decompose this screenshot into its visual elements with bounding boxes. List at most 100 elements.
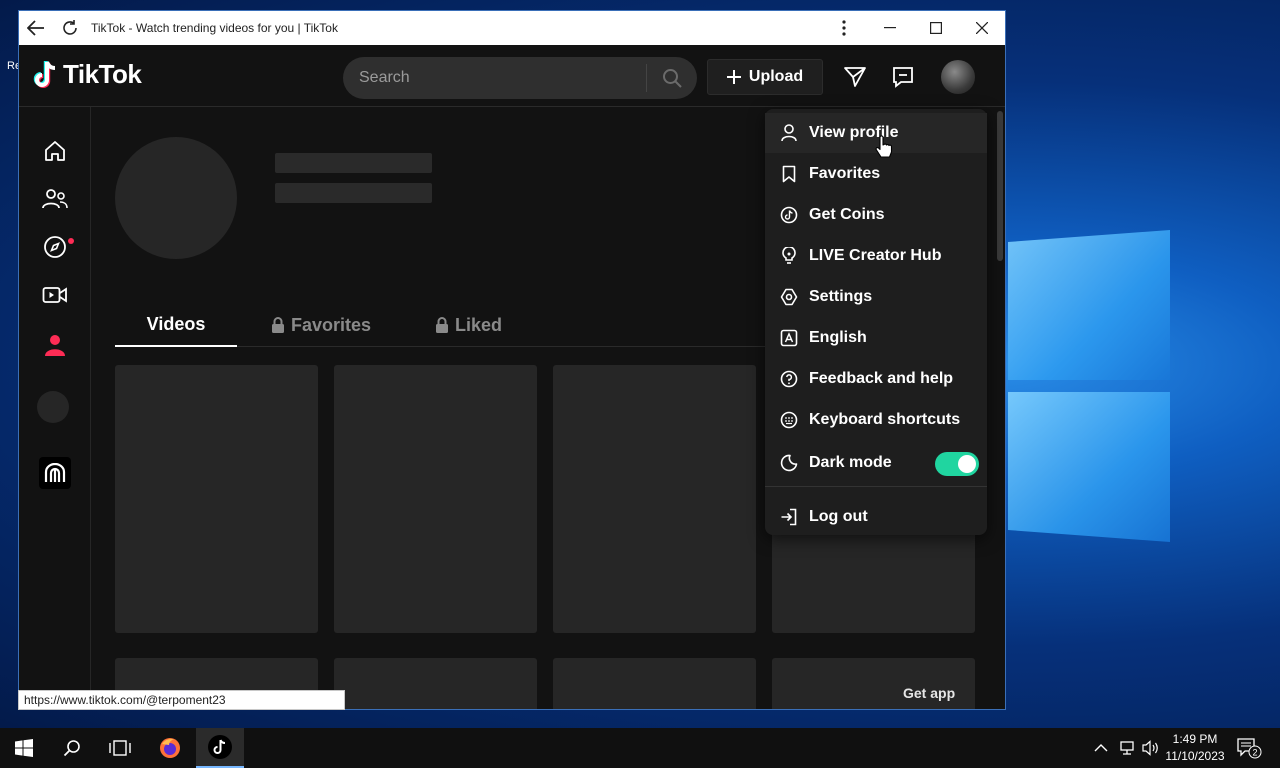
window-title: TikTok - Watch trending videos for you |… xyxy=(91,21,338,35)
logo-text: TikTok xyxy=(63,59,142,89)
menu-item-live-creator-hub[interactable]: LIVE Creator Hub xyxy=(765,236,987,276)
lock-icon xyxy=(272,317,284,333)
toggle-knob xyxy=(958,455,976,473)
menu-item-label: English xyxy=(809,329,867,346)
video-card[interactable] xyxy=(115,365,318,633)
search-bar[interactable]: Search xyxy=(343,57,697,99)
video-card[interactable] xyxy=(334,365,537,633)
lightbulb-icon xyxy=(765,247,809,265)
tiktok-app-icon xyxy=(208,735,232,759)
tab-label: Liked xyxy=(455,314,503,335)
search-icon[interactable] xyxy=(647,68,697,88)
menu-item-language[interactable]: English xyxy=(765,318,987,358)
logout-icon xyxy=(765,508,809,526)
menu-item-label: Get Coins xyxy=(809,206,885,223)
tiktok-coin-icon xyxy=(765,206,809,224)
creator-icon[interactable] xyxy=(39,457,71,489)
volume-icon[interactable] xyxy=(1142,728,1160,768)
search-input[interactable]: Search xyxy=(359,69,646,87)
menu-item-label: Log out xyxy=(809,508,868,525)
menu-item-label: Dark mode xyxy=(809,454,892,471)
upload-button[interactable]: Upload xyxy=(707,59,823,95)
tab-label: Favorites xyxy=(291,314,372,335)
task-view-icon[interactable] xyxy=(96,728,144,768)
tiktok-header: TikTok Search Upload xyxy=(19,45,1005,107)
following-icon[interactable] xyxy=(39,183,71,215)
explore-icon[interactable] xyxy=(39,231,71,263)
menu-item-keyboard-shortcuts[interactable]: Keyboard shortcuts xyxy=(765,400,987,440)
plus-icon xyxy=(726,70,741,84)
live-icon[interactable] xyxy=(39,279,71,311)
keyboard-icon xyxy=(765,411,809,429)
browser-window: TikTok - Watch trending videos for you |… xyxy=(18,10,1006,710)
dark-mode-toggle[interactable] xyxy=(935,452,979,476)
menu-item-label: Favorites xyxy=(809,165,881,182)
tab-favorites[interactable]: Favorites xyxy=(271,303,371,347)
menu-item-label: Keyboard shortcuts xyxy=(809,411,961,428)
search-taskbar-icon[interactable] xyxy=(48,728,96,768)
system-clock[interactable]: 1:49 PM 11/10/2023 xyxy=(1160,731,1230,765)
bookmark-icon xyxy=(765,165,809,183)
scrollbar[interactable] xyxy=(997,111,1003,261)
menu-divider xyxy=(765,486,987,487)
person-icon xyxy=(765,124,809,142)
video-card[interactable] xyxy=(772,658,975,709)
profile-avatar-placeholder xyxy=(115,137,237,259)
tiktok-logo[interactable]: TikTok xyxy=(33,59,142,90)
menu-item-get-coins[interactable]: Get Coins xyxy=(765,195,987,235)
help-icon xyxy=(765,370,809,388)
maximize-button[interactable] xyxy=(913,11,959,45)
tiktok-taskbar-icon[interactable] xyxy=(196,728,244,768)
sidebar xyxy=(19,107,91,709)
start-button[interactable] xyxy=(0,728,48,768)
video-card[interactable] xyxy=(553,365,756,633)
menu-item-log-out[interactable]: Log out xyxy=(765,497,987,537)
tab-videos[interactable]: Videos xyxy=(115,303,237,347)
upload-label: Upload xyxy=(748,68,804,85)
clock-time: 1:49 PM xyxy=(1172,732,1218,746)
show-hidden-icons[interactable] xyxy=(1094,728,1108,768)
gear-icon xyxy=(765,288,809,306)
moon-icon xyxy=(765,454,809,472)
network-icon[interactable] xyxy=(1118,728,1136,768)
notification-count: 2 xyxy=(1252,748,1257,758)
close-button[interactable] xyxy=(959,11,1005,45)
messages-icon[interactable] xyxy=(841,63,869,91)
reload-button[interactable] xyxy=(53,11,87,45)
tiktok-note-icon xyxy=(33,60,56,88)
nickname-skeleton xyxy=(275,183,432,203)
lock-icon xyxy=(436,317,448,333)
profile-dropdown-menu: View profile Favorites Get Coins LIVE Cr… xyxy=(765,109,987,535)
inbox-icon[interactable] xyxy=(889,63,917,91)
profile-icon[interactable] xyxy=(39,329,71,361)
username-skeleton xyxy=(275,153,432,173)
windows-logo-pane xyxy=(1008,230,1170,380)
menu-item-feedback[interactable]: Feedback and help xyxy=(765,359,987,399)
status-url: https://www.tiktok.com/@terpoment23 xyxy=(18,690,345,710)
avatar[interactable] xyxy=(37,391,69,423)
tab-label: Videos xyxy=(146,313,206,334)
language-icon xyxy=(765,329,809,347)
profile-avatar-button[interactable] xyxy=(941,60,975,94)
video-card[interactable] xyxy=(553,658,756,709)
clock-date: 11/10/2023 xyxy=(1165,749,1225,763)
minimize-button[interactable] xyxy=(867,11,913,45)
menu-item-settings[interactable]: Settings xyxy=(765,277,987,317)
menu-item-label: LIVE Creator Hub xyxy=(809,247,942,264)
browser-titlebar: TikTok - Watch trending videos for you |… xyxy=(19,11,1005,45)
menu-item-dark-mode: Dark mode xyxy=(765,443,987,483)
more-options-icon[interactable] xyxy=(821,11,867,45)
firefox-icon[interactable] xyxy=(146,728,194,768)
video-card[interactable] xyxy=(334,658,537,709)
home-icon[interactable] xyxy=(39,135,71,167)
taskbar: 1:49 PM 11/10/2023 2 xyxy=(0,728,1280,768)
back-button[interactable] xyxy=(19,11,53,45)
notification-dot xyxy=(68,238,74,244)
windows-logo-pane xyxy=(1008,392,1170,542)
get-app-link[interactable]: Get app xyxy=(903,685,955,701)
tab-liked[interactable]: Liked xyxy=(435,303,502,347)
action-center-icon[interactable]: 2 xyxy=(1236,728,1262,768)
menu-item-label: Settings xyxy=(809,288,873,305)
menu-item-favorites[interactable]: Favorites xyxy=(765,154,987,194)
hand-cursor-icon xyxy=(875,135,893,158)
